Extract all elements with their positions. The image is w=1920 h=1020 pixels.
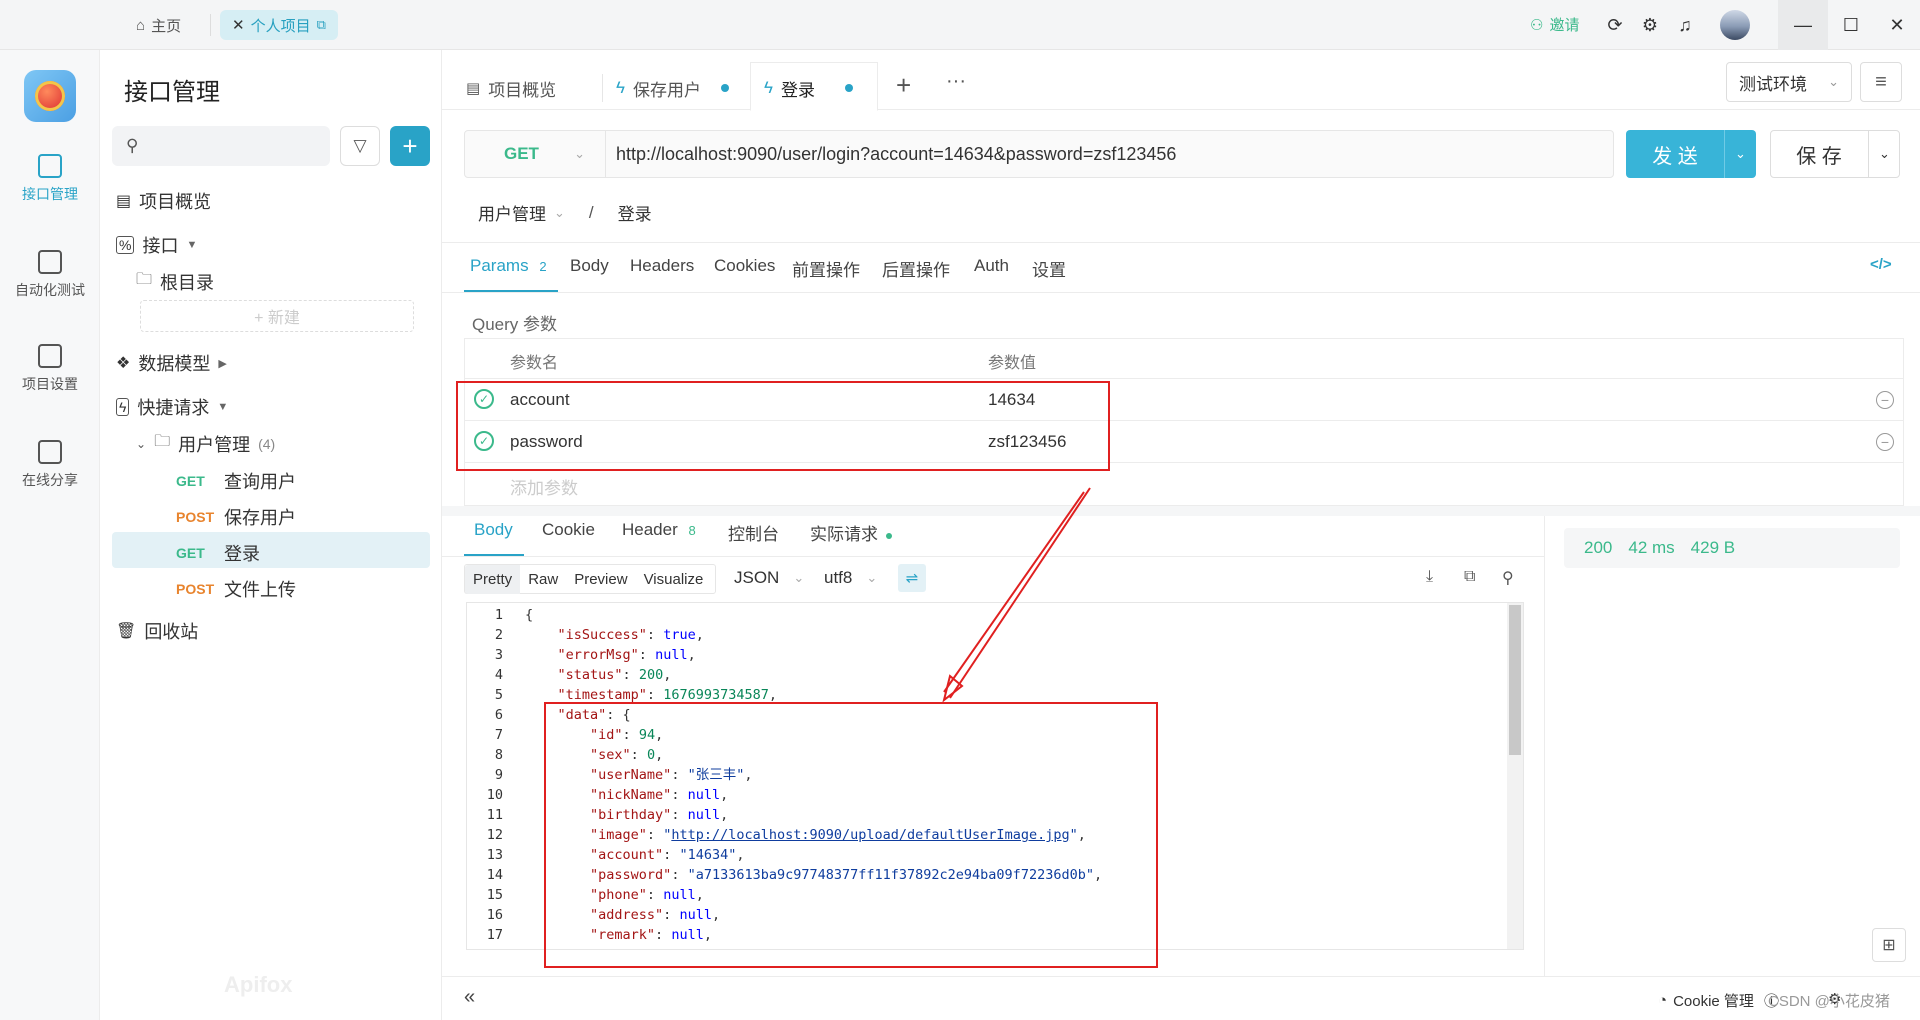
annotation-arrow xyxy=(942,487,1091,703)
